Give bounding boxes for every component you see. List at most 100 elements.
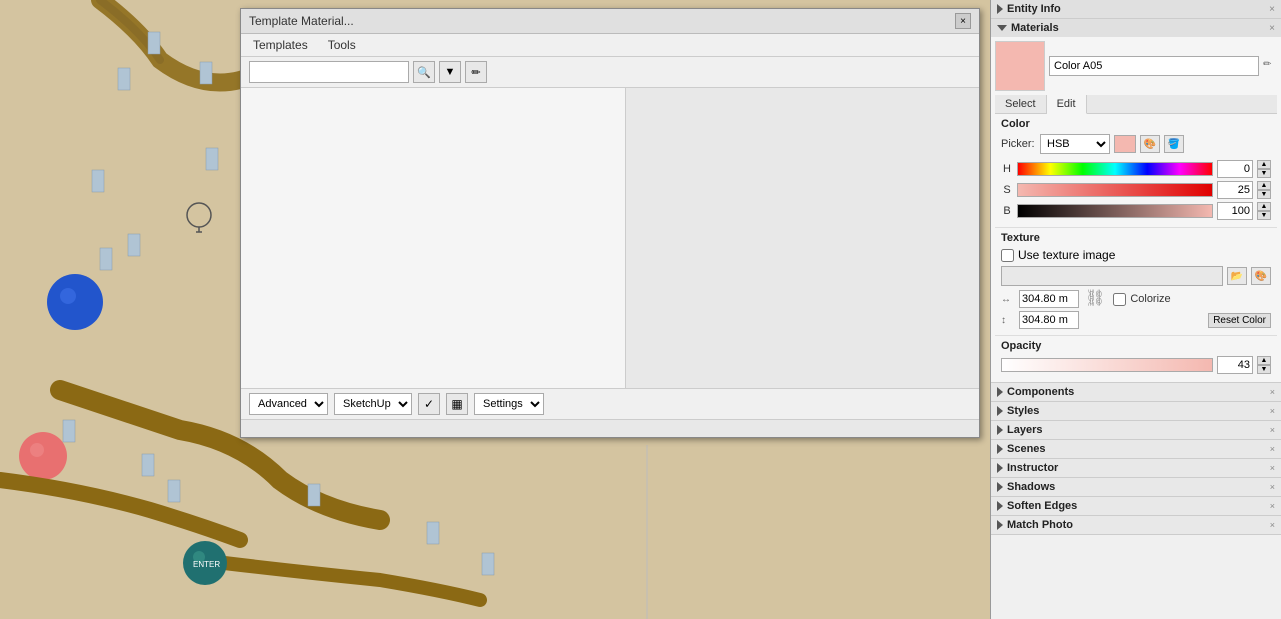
styles-title: Styles: [1007, 405, 1039, 417]
colorize-label: Colorize: [1130, 293, 1170, 305]
material-preview-swatch: [995, 41, 1045, 91]
entity-info-triangle: [997, 4, 1003, 14]
paint-bucket-btn[interactable]: 🪣: [1164, 135, 1184, 153]
right-panel: Entity Info × Materials × ✏ Select Edit: [990, 0, 1281, 619]
height-icon: ↕: [1001, 315, 1015, 326]
texture-sample-btn[interactable]: 🎨: [1251, 267, 1271, 285]
sketchup-select[interactable]: SketchUp: [334, 393, 412, 415]
opacity-slider[interactable]: [1001, 358, 1213, 372]
picker-select[interactable]: HSB: [1040, 134, 1110, 154]
dialog-footer: Advanced SketchUp ✓ ▦ Settings: [241, 388, 979, 419]
b-slider[interactable]: [1017, 204, 1213, 218]
instructor-title: Instructor: [1007, 462, 1058, 474]
soften-edges-triangle: [997, 501, 1003, 511]
components-close[interactable]: ×: [1270, 387, 1275, 397]
scenes-triangle: [997, 444, 1003, 454]
search-button[interactable]: 🔍: [413, 61, 435, 83]
opacity-row: ▲ ▼: [1001, 356, 1271, 374]
picker-label: Picker:: [1001, 138, 1036, 150]
texture-width-input[interactable]: [1019, 290, 1079, 308]
s-spin-up[interactable]: ▲: [1257, 181, 1271, 190]
opacity-section: Opacity ▲ ▼: [995, 335, 1277, 378]
material-edit-icon[interactable]: ✏: [1263, 59, 1277, 73]
tab-edit[interactable]: Edit: [1047, 95, 1087, 114]
entity-info-close[interactable]: ×: [1269, 4, 1275, 15]
settings-select[interactable]: Settings: [474, 393, 544, 415]
texture-checkbox-row: Use texture image: [1001, 248, 1271, 262]
material-name-input[interactable]: [1049, 56, 1259, 76]
opacity-gradient: [1002, 359, 1212, 371]
soften-edges-close[interactable]: ×: [1270, 501, 1275, 511]
dialog-close-button[interactable]: ×: [955, 13, 971, 29]
s-value-input[interactable]: [1217, 181, 1253, 199]
search-input[interactable]: [249, 61, 409, 83]
menu-templates[interactable]: Templates: [249, 36, 312, 54]
s-spinner: ▲ ▼: [1257, 181, 1271, 199]
use-texture-checkbox[interactable]: [1001, 249, 1014, 262]
entity-info-header[interactable]: Entity Info ×: [991, 0, 1281, 18]
materials-content: ✏ Select Edit Color Picker: HSB 🎨 🪣: [991, 37, 1281, 382]
styles-section[interactable]: Styles ×: [991, 402, 1281, 421]
b-gradient: [1018, 205, 1212, 217]
opacity-spin-down[interactable]: ▼: [1257, 365, 1271, 374]
soften-edges-section[interactable]: Soften Edges ×: [991, 497, 1281, 516]
components-section[interactable]: Components ×: [991, 383, 1281, 402]
menu-tools[interactable]: Tools: [324, 36, 360, 54]
match-photo-section[interactable]: Match Photo ×: [991, 516, 1281, 535]
h-spin-down[interactable]: ▼: [1257, 169, 1271, 178]
opacity-spin-up[interactable]: ▲: [1257, 356, 1271, 365]
tab-select[interactable]: Select: [995, 95, 1047, 113]
h-slider[interactable]: [1017, 162, 1213, 176]
b-spin-up[interactable]: ▲: [1257, 202, 1271, 211]
materials-close[interactable]: ×: [1269, 23, 1275, 34]
advanced-select[interactable]: Advanced: [249, 393, 328, 415]
h-value-input[interactable]: [1217, 160, 1253, 178]
use-texture-label: Use texture image: [1018, 248, 1115, 262]
width-icon: ↔: [1001, 294, 1015, 305]
components-title: Components: [1007, 386, 1074, 398]
dropdown-button[interactable]: ▼: [439, 61, 461, 83]
h-spin-up[interactable]: ▲: [1257, 160, 1271, 169]
s-spin-down[interactable]: ▼: [1257, 190, 1271, 199]
s-gradient: [1018, 184, 1212, 196]
b-spin-down[interactable]: ▼: [1257, 211, 1271, 220]
s-slider[interactable]: [1017, 183, 1213, 197]
colorize-row: Colorize: [1113, 293, 1170, 306]
match-photo-close[interactable]: ×: [1270, 520, 1275, 530]
layers-left: Layers: [997, 424, 1042, 436]
scenes-close[interactable]: ×: [1270, 444, 1275, 454]
chain-icon[interactable]: ⛓: [1085, 291, 1105, 307]
grid-button[interactable]: ▦: [446, 393, 468, 415]
scenes-section[interactable]: Scenes ×: [991, 440, 1281, 459]
canvas-area: ENTER Template Material... × Templates T…: [0, 0, 990, 619]
opacity-value-input[interactable]: [1217, 356, 1253, 374]
shadows-close[interactable]: ×: [1270, 482, 1275, 492]
layers-close[interactable]: ×: [1270, 425, 1275, 435]
svg-text:ENTER: ENTER: [193, 560, 220, 569]
color-swatch-small[interactable]: [1114, 135, 1136, 153]
entity-info-header-left: Entity Info: [997, 3, 1061, 15]
layers-section[interactable]: Layers ×: [991, 421, 1281, 440]
check-button[interactable]: ✓: [418, 393, 440, 415]
styles-left: Styles: [997, 405, 1039, 417]
edit-tool-button[interactable]: ✏: [465, 61, 487, 83]
opacity-spinner: ▲ ▼: [1257, 356, 1271, 374]
instructor-left: Instructor: [997, 462, 1058, 474]
b-row: B ▲ ▼: [1001, 202, 1271, 220]
materials-header[interactable]: Materials ×: [991, 19, 1281, 37]
layers-title: Layers: [1007, 424, 1042, 436]
texture-file-input[interactable]: [1001, 266, 1223, 286]
instructor-section[interactable]: Instructor ×: [991, 459, 1281, 478]
match-photo-left: Match Photo: [997, 519, 1073, 531]
reset-color-button[interactable]: Reset Color: [1208, 313, 1271, 328]
shadows-section[interactable]: Shadows ×: [991, 478, 1281, 497]
texture-height-input[interactable]: [1019, 311, 1079, 329]
styles-close[interactable]: ×: [1270, 406, 1275, 416]
sample-color-btn[interactable]: 🎨: [1140, 135, 1160, 153]
b-value-input[interactable]: [1217, 202, 1253, 220]
instructor-close[interactable]: ×: [1270, 463, 1275, 473]
colorize-checkbox[interactable]: [1113, 293, 1126, 306]
texture-browse-btn[interactable]: 📂: [1227, 267, 1247, 285]
materials-preview-panel: [626, 88, 979, 388]
layers-triangle: [997, 425, 1003, 435]
